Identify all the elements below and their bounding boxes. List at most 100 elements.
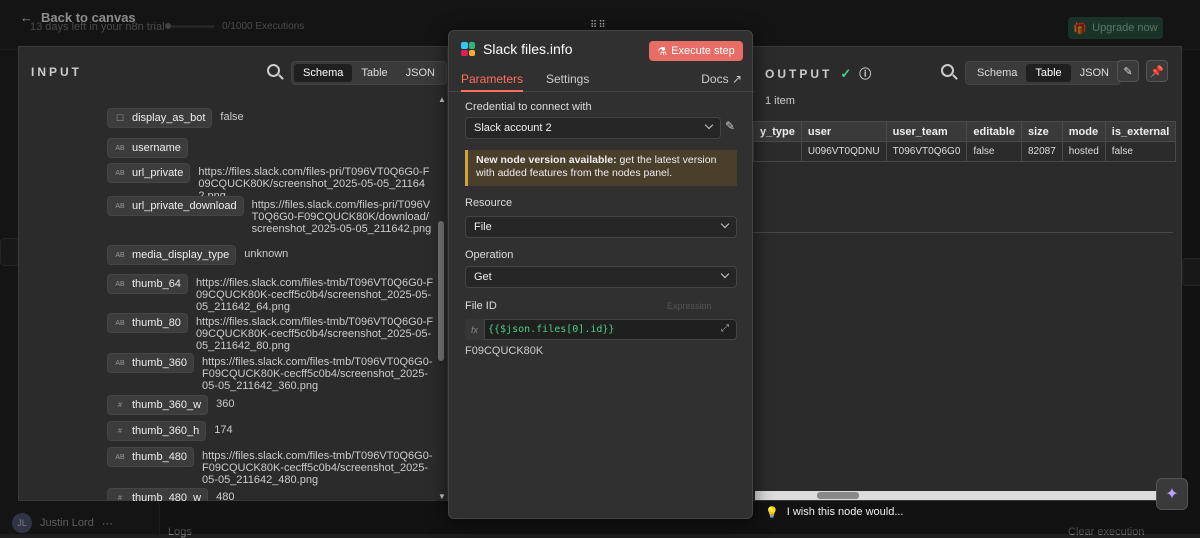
tab-parameters[interactable]: Parameters [461, 72, 523, 86]
schema-field-name: username [132, 142, 181, 154]
schema-field-value: false [220, 111, 244, 123]
chevron-down-icon [720, 269, 730, 279]
string-type-icon: AB [115, 144, 125, 152]
output-tab-table[interactable]: Table [1026, 64, 1071, 82]
schema-field-name: thumb_64 [132, 278, 181, 290]
edit-output-button[interactable]: ✎ [1117, 60, 1139, 82]
input-view-toggle: Schema Table JSON [291, 61, 447, 85]
fileid-expression-input[interactable]: {{$json.files[0].id}} [465, 319, 737, 340]
chevron-down-icon [720, 219, 730, 229]
scroll-down-icon[interactable]: ▼ [438, 492, 446, 501]
ai-assistant-button[interactable]: ✦ [1156, 478, 1188, 510]
input-scroll-thumb[interactable] [438, 221, 444, 361]
output-search-icon[interactable] [941, 64, 954, 77]
schema-field-row: # thumb_360_w 360 [107, 395, 234, 415]
schema-field-pill[interactable]: # thumb_360_w [107, 395, 209, 415]
output-view-toggle: Schema Table JSON [965, 61, 1121, 85]
tab-settings[interactable]: Settings [546, 72, 589, 86]
schema-field-value: https://files.slack.com/files-tmb/T096VT… [202, 450, 433, 486]
input-tab-json[interactable]: JSON [397, 64, 444, 82]
schema-field-pill[interactable]: AB media_display_type [107, 245, 237, 265]
search-icon[interactable] [267, 64, 280, 77]
schema-tree: ☐ display_as_bot false AB username AB url_priv… [19, 92, 434, 501]
output-tab-schema[interactable]: Schema [968, 64, 1026, 82]
output-tab-json[interactable]: JSON [1071, 64, 1118, 82]
table-header-cell: size [1020, 121, 1063, 142]
operation-label: Operation [465, 249, 514, 261]
input-scrollbar[interactable]: ▲ ▼ [436, 95, 446, 501]
output-panel: OUTPUT ✓ ⓘ Schema Table JSON ✎ 📌 1 item … [752, 46, 1182, 501]
operation-select[interactable]: Get [465, 266, 737, 288]
schema-field-row: AB media_display_type unknown [107, 245, 288, 265]
node-tabs: Parameters Settings Docs ↗ [449, 68, 754, 92]
boolean-type-icon: ☐ [115, 112, 125, 123]
schema-field-value: https://files.slack.com/files-tmb/T096VT… [195, 277, 434, 313]
schema-field-name: media_display_type [132, 249, 230, 261]
schema-field-row: AB thumb_80 https://files.slack.com/files-… [107, 313, 434, 352]
string-type-icon: AB [115, 359, 125, 367]
output-hscroll-thumb[interactable] [817, 492, 859, 499]
expand-expression-icon[interactable]: ⤢ [721, 323, 729, 334]
schema-field-name: url_private_download [132, 200, 237, 212]
schema-field-row: # thumb_480_w 480 [107, 488, 234, 501]
schema-field-name: thumb_480 [132, 451, 188, 463]
schema-field-name: url_private [132, 167, 184, 179]
output-hscrollbar[interactable] [755, 491, 1179, 500]
table-header-cell: is_external [1104, 121, 1177, 142]
schema-field-pill[interactable]: AB url_private [107, 163, 191, 183]
schema-field-name: thumb_80 [132, 317, 181, 329]
output-title: OUTPUT [765, 66, 833, 81]
schema-field-value: 480 [216, 491, 235, 501]
scroll-up-icon[interactable]: ▲ [438, 95, 446, 104]
schema-field-value: 360 [216, 398, 235, 410]
schema-field-pill[interactable]: # thumb_360_h [107, 421, 207, 441]
fx-icon: fx [465, 319, 485, 340]
number-type-icon: # [118, 494, 122, 502]
docs-link[interactable]: Docs ↗ [701, 72, 742, 86]
node-settings-panel: Slack files.info ⚗ Execute step Parameter… [448, 30, 754, 519]
resource-select[interactable]: File [465, 216, 737, 238]
schema-field-row: AB url_private_download https://files.slac… [107, 196, 434, 235]
schema-field-pill[interactable]: AB thumb_480 [107, 447, 195, 467]
execute-step-button[interactable]: ⚗ Execute step [649, 41, 743, 61]
resource-label: Resource [465, 197, 513, 209]
schema-field-pill[interactable]: AB url_private_download [107, 196, 244, 216]
table-header-cell: user_team [885, 121, 968, 142]
pin-output-button[interactable]: 📌 [1146, 60, 1168, 82]
schema-field-value: https://files.slack.com/files-tmb/T096VT… [195, 316, 434, 352]
string-type-icon: AB [115, 169, 125, 177]
number-type-icon: # [118, 401, 122, 409]
schema-field-row: AB thumb_480 https://files.slack.com/files… [107, 447, 434, 486]
schema-field-pill[interactable]: ☐ display_as_bot [107, 108, 213, 128]
schema-field-row: AB thumb_64 https://files.slack.com/files-… [107, 274, 434, 313]
credential-label: Credential to connect with [465, 101, 592, 113]
schema-field-pill[interactable]: # thumb_480_w [107, 488, 209, 502]
number-type-icon: # [118, 427, 122, 435]
string-type-icon: AB [115, 280, 125, 288]
external-link-icon: ↗ [731, 72, 742, 86]
credential-select[interactable]: Slack account 2 [465, 117, 721, 139]
edit-credential-icon[interactable]: ✎ [725, 119, 735, 133]
info-icon[interactable]: ⓘ [859, 65, 871, 82]
feedback-link[interactable]: 💡 I wish this node would... [765, 506, 904, 519]
active-tab-underline [461, 90, 523, 92]
schema-field-name: thumb_360_h [132, 425, 200, 437]
schema-field-value: 174 [214, 424, 233, 436]
fileid-result: F09CQUCK80K [465, 345, 544, 357]
fileid-mode-toggle[interactable]: Expression [667, 301, 712, 311]
sparkle-icon: ✦ [1165, 486, 1179, 503]
schema-field-pill[interactable]: AB thumb_80 [107, 313, 188, 333]
flask-icon: ⚗ [657, 45, 668, 58]
schema-field-pill[interactable]: AB thumb_360 [107, 353, 195, 373]
schema-field-row: ☐ display_as_bot false [107, 108, 244, 128]
schema-field-pill[interactable]: AB thumb_64 [107, 274, 188, 294]
string-type-icon: AB [115, 453, 125, 461]
schema-field-pill[interactable]: AB username [107, 138, 188, 158]
schema-field-name: thumb_360 [132, 357, 188, 369]
schema-field-value: unknown [244, 248, 289, 260]
fileid-label: File ID [465, 300, 497, 312]
string-type-icon: AB [115, 251, 125, 259]
input-tab-schema[interactable]: Schema [294, 64, 353, 82]
slack-icon [461, 42, 475, 56]
input-tab-table[interactable]: Table [352, 64, 396, 82]
